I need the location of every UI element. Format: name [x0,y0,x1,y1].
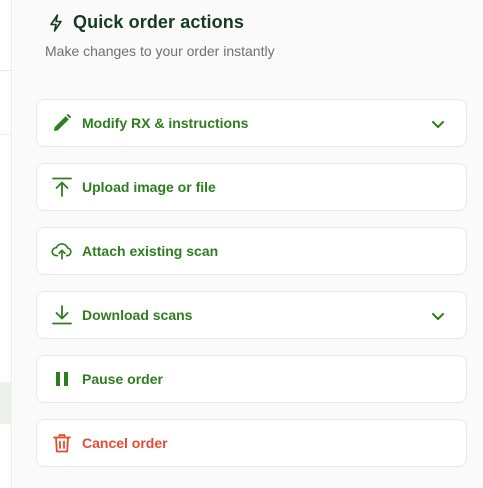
background-selected-row [0,382,12,424]
modify-rx-button[interactable]: Modify RX & instructions [36,99,467,147]
panel-title: Quick order actions [73,12,244,32]
bolt-icon [47,13,65,33]
cloud-upload-icon [51,240,73,262]
panel-header: Quick order actions [47,12,244,33]
upload-icon [51,176,73,198]
background-divider [0,134,12,135]
background-page-strip [0,0,12,488]
trash-icon [51,432,73,454]
upload-file-button[interactable]: Upload image or file [36,163,467,211]
pause-icon [51,368,73,390]
download-scans-label: Download scans [82,307,193,323]
pause-order-button[interactable]: Pause order [36,355,467,403]
cancel-order-button[interactable]: Cancel order [36,419,467,467]
download-icon [51,304,73,326]
pause-order-label: Pause order [82,371,163,387]
background-divider [0,70,12,71]
upload-file-label: Upload image or file [82,179,216,195]
chevron-down-icon[interactable] [430,308,446,324]
panel-subtitle: Make changes to your order instantly [45,43,275,59]
download-scans-button[interactable]: Download scans [36,291,467,339]
cancel-order-label: Cancel order [82,435,168,451]
pencil-icon [51,112,73,134]
attach-scan-label: Attach existing scan [82,243,219,259]
attach-scan-button[interactable]: Attach existing scan [36,227,467,275]
chevron-down-icon[interactable] [430,116,446,132]
modify-rx-label: Modify RX & instructions [82,115,249,131]
